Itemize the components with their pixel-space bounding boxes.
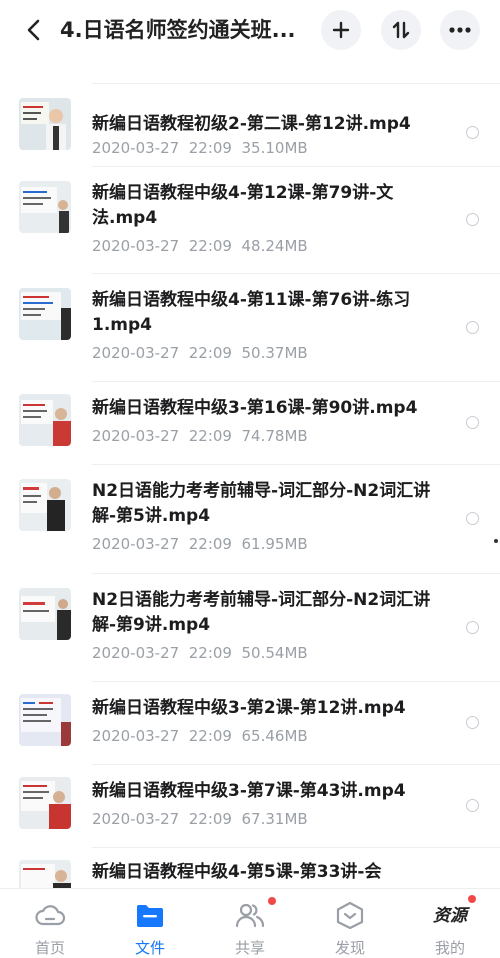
file-date: 2020-03-27 bbox=[92, 139, 180, 157]
file-time: 22:09 bbox=[188, 810, 232, 828]
file-size: 74.78MB bbox=[241, 427, 308, 445]
list-item-partial[interactable] bbox=[0, 66, 500, 83]
file-date: 2020-03-27 bbox=[92, 237, 180, 255]
file-name: 新编日语教程中级3-第2课-第12讲.mp4 bbox=[92, 698, 406, 718]
select-radio[interactable] bbox=[466, 126, 479, 139]
file-time: 22:09 bbox=[188, 535, 232, 553]
file-list[interactable]: 新编日语教程初级2-第二课-第12讲.mp4 2020-03-27 22:09 … bbox=[0, 66, 500, 888]
file-row[interactable]: N2日语能力考考前辅导-词汇部分-N2词汇讲解-第5讲.mp4 2020-03-… bbox=[0, 465, 500, 573]
file-time: 22:09 bbox=[188, 344, 232, 362]
sort-icon bbox=[392, 21, 410, 39]
file-time: 22:09 bbox=[188, 237, 232, 255]
file-size: 48.24MB bbox=[241, 237, 308, 255]
select-radio[interactable] bbox=[466, 321, 479, 334]
select-radio[interactable] bbox=[466, 799, 479, 812]
file-name: 新编日语教程中级3-第7课-第43讲.mp4 bbox=[92, 781, 406, 801]
video-thumbnail bbox=[19, 394, 71, 446]
tab-discover[interactable]: 发现 bbox=[300, 889, 400, 958]
video-thumbnail bbox=[19, 479, 71, 531]
file-date: 2020-03-27 bbox=[92, 727, 180, 745]
file-meta: 2020-03-27 22:09 67.31MB bbox=[92, 810, 308, 828]
file-meta: 2020-03-27 22:09 48.24MB bbox=[92, 237, 308, 255]
video-thumbnail bbox=[19, 98, 71, 150]
app-screen: 4.日语名师签约通关班... 新编日语教程初级2-第二课-第12讲.mp4 20… bbox=[0, 0, 500, 958]
folder-icon bbox=[137, 905, 163, 927]
select-radio[interactable] bbox=[466, 716, 479, 729]
video-thumbnail bbox=[19, 860, 71, 888]
file-row[interactable]: 新编日语教程中级4-第12课-第79讲-文法.mp4 2020-03-27 22… bbox=[0, 167, 500, 273]
file-row[interactable]: 新编日语教程中级3-第2课-第12讲.mp4 2020-03-27 22:09 … bbox=[0, 682, 500, 764]
file-name: 新编日语教程中级3-第16课-第90讲.mp4 bbox=[92, 398, 418, 418]
file-name: 新编日语教程中级4-第5课-第33讲-会 bbox=[92, 862, 382, 882]
back-button[interactable] bbox=[16, 12, 52, 48]
file-size: 65.46MB bbox=[241, 727, 308, 745]
file-time: 22:09 bbox=[188, 727, 232, 745]
file-date: 2020-03-27 bbox=[92, 535, 180, 553]
file-size: 61.95MB bbox=[241, 535, 308, 553]
file-date: 2020-03-27 bbox=[92, 810, 180, 828]
video-thumbnail bbox=[19, 181, 71, 233]
select-radio[interactable] bbox=[466, 416, 479, 429]
discover-box-icon bbox=[336, 901, 364, 929]
file-row[interactable]: 新编日语教程中级3-第7课-第43讲.mp4 2020-03-27 22:09 … bbox=[0, 765, 500, 847]
tab-files[interactable]: 文件 bbox=[100, 889, 200, 958]
scroll-indicator[interactable] bbox=[494, 539, 498, 543]
top-bar: 4.日语名师签约通关班... bbox=[0, 0, 500, 66]
file-meta: 2020-03-27 22:09 74.78MB bbox=[92, 427, 308, 445]
select-radio[interactable] bbox=[466, 213, 479, 226]
notification-badge bbox=[468, 895, 476, 903]
video-thumbnail bbox=[19, 777, 71, 829]
more-icon bbox=[449, 27, 471, 33]
file-row[interactable]: 新编日语教程中级3-第16课-第90讲.mp4 2020-03-27 22:09… bbox=[0, 382, 500, 464]
file-name: 新编日语教程中级4-第11课-第76讲-练习1.mp4 bbox=[92, 290, 411, 335]
file-row[interactable]: 新编日语教程初级2-第二课-第12讲.mp4 2020-03-27 22:09 … bbox=[0, 84, 500, 166]
file-size: 50.37MB bbox=[241, 344, 308, 362]
file-size: 67.31MB bbox=[241, 810, 308, 828]
file-row[interactable]: 新编日语教程中级4-第11课-第76讲-练习1.mp4 2020-03-27 2… bbox=[0, 274, 500, 381]
tab-label: 发现 bbox=[334, 939, 365, 957]
tab-share[interactable]: 共享 bbox=[200, 889, 300, 958]
file-name: 新编日语教程初级2-第二课-第12讲.mp4 bbox=[92, 114, 411, 134]
file-size: 35.10MB bbox=[241, 139, 308, 157]
file-date: 2020-03-27 bbox=[92, 427, 180, 445]
video-thumbnail bbox=[19, 694, 71, 746]
profile-logo-icon: 资源 bbox=[433, 906, 467, 926]
file-size: 50.54MB bbox=[241, 644, 308, 662]
tab-me[interactable]: 资源 我的 bbox=[400, 889, 500, 958]
file-time: 22:09 bbox=[188, 427, 232, 445]
notification-badge bbox=[268, 897, 276, 905]
file-date: 2020-03-27 bbox=[92, 344, 180, 362]
file-meta: 2020-03-27 22:09 50.54MB bbox=[92, 644, 308, 662]
file-row[interactable]: 新编日语教程中级4-第5课-第33讲-会 bbox=[0, 848, 500, 888]
chevron-left-icon bbox=[27, 19, 40, 41]
add-button[interactable] bbox=[321, 10, 361, 50]
sort-button[interactable] bbox=[381, 10, 421, 50]
file-meta: 2020-03-27 22:09 35.10MB bbox=[92, 139, 308, 157]
share-people-icon bbox=[235, 903, 265, 928]
file-time: 22:09 bbox=[188, 139, 232, 157]
file-meta: 2020-03-27 22:09 50.37MB bbox=[92, 344, 308, 362]
add-icon bbox=[332, 21, 350, 39]
home-cloud-icon bbox=[35, 905, 66, 926]
file-time: 22:09 bbox=[188, 644, 232, 662]
select-radio[interactable] bbox=[466, 621, 479, 634]
file-name: N2日语能力考考前辅导-词汇部分-N2词汇讲解-第5讲.mp4 bbox=[92, 481, 431, 526]
tab-label: 共享 bbox=[234, 939, 265, 957]
file-meta: 2020-03-27 22:09 61.95MB bbox=[92, 535, 308, 553]
more-button[interactable] bbox=[440, 10, 480, 50]
tab-label: 文件 bbox=[134, 939, 165, 957]
tab-label: 首页 bbox=[34, 939, 65, 957]
select-radio[interactable] bbox=[466, 512, 479, 525]
tab-home[interactable]: 首页 bbox=[0, 889, 100, 958]
file-name: N2日语能力考考前辅导-词汇部分-N2词汇讲解-第9讲.mp4 bbox=[92, 590, 431, 635]
bottom-tab-bar: 首页 文件 共享 发现 资源 我的 bbox=[0, 888, 500, 958]
page-title: 4.日语名师签约通关班... bbox=[60, 18, 296, 42]
file-name: 新编日语教程中级4-第12课-第79讲-文法.mp4 bbox=[92, 183, 394, 228]
video-thumbnail bbox=[19, 588, 71, 640]
file-date: 2020-03-27 bbox=[92, 644, 180, 662]
video-thumbnail bbox=[19, 288, 71, 340]
file-meta: 2020-03-27 22:09 65.46MB bbox=[92, 727, 308, 745]
file-row[interactable]: N2日语能力考考前辅导-词汇部分-N2词汇讲解-第9讲.mp4 2020-03-… bbox=[0, 574, 500, 681]
tab-label: 我的 bbox=[434, 939, 465, 957]
